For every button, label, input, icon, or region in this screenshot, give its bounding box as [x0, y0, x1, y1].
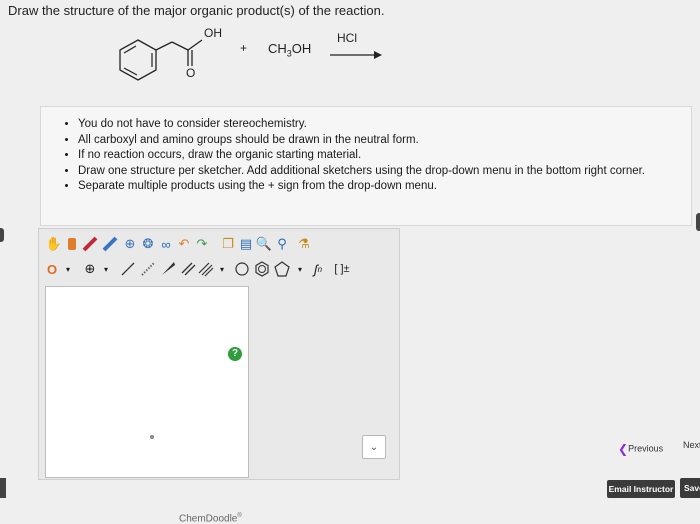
- instruction-item: All carboxyl and amino groups should be …: [78, 133, 691, 149]
- clean-icon[interactable]: ⚗: [295, 235, 313, 253]
- sketcher-canvas[interactable]: ? ChemDoodle®: [45, 286, 249, 524]
- chemdoodle-brand: ChemDoodle®: [179, 513, 242, 524]
- chain-tool-icon[interactable]: ʃn: [309, 260, 327, 278]
- canvas-center-dot: [150, 435, 154, 439]
- eraser-icon[interactable]: [81, 235, 99, 253]
- window-edge-right: [696, 213, 700, 231]
- center-icon[interactable]: ❂: [139, 235, 157, 253]
- email-instructor-button[interactable]: Email Instructor: [607, 480, 675, 498]
- atom-dropdown-icon[interactable]: ▾: [59, 260, 77, 278]
- bracket-tool-button[interactable]: [ ]±: [329, 260, 355, 278]
- chevron-left-icon: ❮: [618, 442, 629, 456]
- window-edge-bottom-left: [0, 478, 6, 498]
- hand-tool-icon[interactable]: ✋: [45, 235, 63, 253]
- next-link[interactable]: Next: [683, 440, 700, 450]
- methanol-label: CH3OH: [268, 41, 312, 59]
- ring-cyclopropane-icon[interactable]: [233, 260, 251, 278]
- plus-sign: +: [240, 41, 248, 55]
- ring-pentagon-icon[interactable]: [273, 260, 291, 278]
- question-text: Draw the structure of the major organic …: [8, 3, 385, 18]
- double-bond-icon[interactable]: [179, 260, 197, 278]
- wedge-bond-icon[interactable]: [159, 260, 177, 278]
- flip-icon[interactable]: ∞: [157, 235, 175, 253]
- carbonyl-oxygen-label: O: [186, 66, 196, 80]
- zoom-in-icon[interactable]: 🔍: [255, 235, 273, 253]
- paste-icon[interactable]: ▤: [237, 235, 255, 253]
- copy-icon[interactable]: ❐: [219, 235, 237, 253]
- sketcher-toolbar-bottom: O ▾ ⊕ ▾ ▾ ▾ ʃn [ ]±: [39, 257, 399, 283]
- hydroxyl-label: OH: [204, 26, 222, 40]
- zoom-out-icon[interactable]: ⚲: [273, 235, 291, 253]
- chemdoodle-sketcher: ✋ ⊕ ❂ ∞ ↶ ↷ ❐ ▤ 🔍 ⚲ ⚗ O ▾ ⊕ ▾ ▾ ▾ ʃ n […: [38, 228, 400, 524]
- bond-dropdown-icon[interactable]: ▾: [213, 260, 231, 278]
- reaction-scheme: OH O + CH3OH HCl: [108, 26, 408, 88]
- add-sketcher-dropdown[interactable]: ⌄: [362, 435, 386, 459]
- hashed-bond-icon[interactable]: [139, 260, 157, 278]
- lasso-icon[interactable]: [63, 235, 81, 253]
- instruction-item: You do not have to consider stereochemis…: [78, 117, 691, 133]
- charge-dropdown-icon[interactable]: ▾: [97, 260, 115, 278]
- undo-icon[interactable]: ↶: [175, 235, 193, 253]
- ring-dropdown-icon[interactable]: ▾: [291, 260, 309, 278]
- single-bond-icon[interactable]: [119, 260, 137, 278]
- reaction-arrow: [330, 51, 382, 59]
- catalyst-label: HCl: [337, 31, 357, 45]
- instructions-panel: You do not have to consider stereochemis…: [40, 106, 692, 226]
- ring-benzene-icon[interactable]: [253, 260, 271, 278]
- help-icon[interactable]: ?: [228, 347, 242, 361]
- instructions-list: You do not have to consider stereochemis…: [41, 117, 691, 195]
- instruction-item: Separate multiple products using the + s…: [78, 179, 691, 195]
- window-edge-left: [0, 228, 4, 242]
- sketcher-toolbar-top: ✋ ⊕ ❂ ∞ ↶ ↷ ❐ ▤ 🔍 ⚲ ⚗: [39, 232, 399, 258]
- zoom-center-icon[interactable]: ⊕: [121, 235, 139, 253]
- instruction-item: Draw one structure per sketcher. Add add…: [78, 164, 691, 180]
- previous-link[interactable]: ❮Previous: [618, 442, 663, 456]
- instruction-item: If no reaction occurs, draw the organic …: [78, 148, 691, 164]
- clear-icon[interactable]: [101, 235, 119, 253]
- redo-icon[interactable]: ↷: [193, 235, 211, 253]
- chevron-down-icon: ⌄: [369, 441, 379, 453]
- save-button[interactable]: Save: [680, 478, 700, 498]
